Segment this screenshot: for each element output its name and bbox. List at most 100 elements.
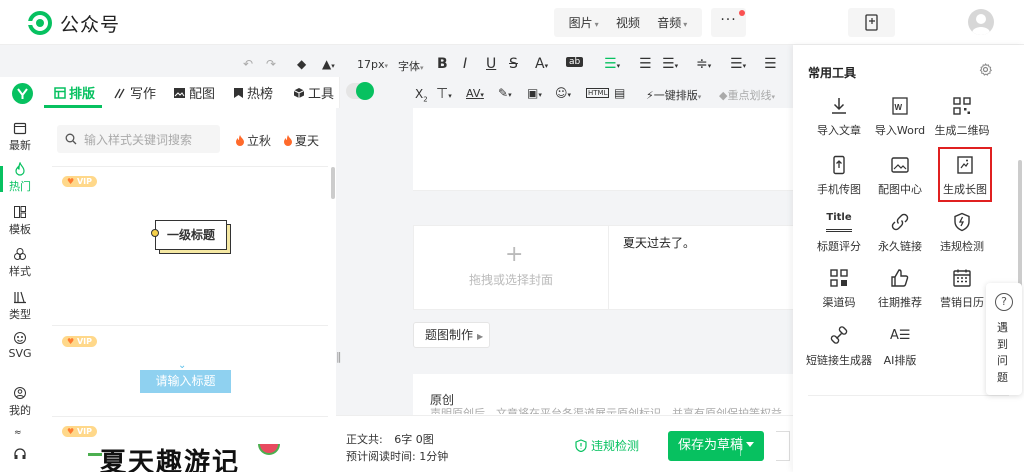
format-painter-icon[interactable]: ▲▾ (322, 57, 335, 71)
notification-dot (739, 10, 745, 16)
sidebar-item-type[interactable]: 类型 (0, 290, 40, 322)
read-time-label: 预计阅读时间: (346, 450, 416, 463)
clear-format-icon[interactable]: ⊤▾ (436, 86, 452, 102)
avatar[interactable] (968, 9, 994, 35)
brand-title: 公众号 (60, 14, 121, 36)
tool-marketing-calendar[interactable]: 营销日历 (931, 268, 993, 310)
sidebar-item-mine[interactable]: 我的 (0, 386, 40, 418)
tab-label: 排版 (69, 87, 96, 102)
font-size-select[interactable]: 17px▾ (357, 58, 388, 71)
vip-badge: ♥ VIP (62, 426, 97, 437)
tool-image-center[interactable]: 配图中心 (869, 155, 931, 197)
resize-handle[interactable]: ‖ (336, 350, 342, 363)
tool-import-word[interactable]: W 导入Word (869, 96, 931, 138)
divider (808, 395, 1009, 396)
align-left-icon[interactable]: ☰▾ (604, 56, 620, 72)
magic-wand-icon[interactable]: ✎▾ (498, 86, 512, 100)
write-icon (114, 88, 125, 98)
chevron-down-icon: ▾ (594, 20, 599, 29)
vip-badge: ♥ VIP (62, 176, 97, 187)
tool-ai-layout[interactable]: A☰ AI排版 (869, 326, 931, 368)
tool-phone-upload[interactable]: 手机传图 (808, 155, 870, 197)
next-button[interactable] (776, 431, 790, 461)
tool-permanent-link[interactable]: 永久链接 (869, 212, 931, 254)
subscript-icon[interactable]: X2 (415, 87, 428, 103)
template-icon (14, 206, 26, 218)
article-title[interactable]: 夏天过去了。 (623, 234, 695, 251)
underline-icon[interactable]: U (486, 56, 496, 72)
eraser-icon[interactable]: ◆ (297, 57, 306, 71)
hot-tag-summer[interactable]: 夏天 (283, 132, 319, 149)
style-card-heading-1[interactable]: 一级标题 (155, 220, 227, 250)
tab-image[interactable]: 配图 (173, 83, 215, 102)
panel-scrollbar[interactable] (331, 167, 335, 199)
bold-icon[interactable]: B (437, 56, 448, 72)
font-color-icon[interactable]: A▾ (535, 56, 548, 72)
sidebar-item-template[interactable]: 模板 (0, 205, 40, 237)
sidebar-item-label: 我的 (9, 404, 31, 417)
style-card-heading-3[interactable]: 夏天趣游记 (100, 446, 240, 472)
tools-title: 常用工具 (808, 66, 857, 80)
tool-generate-qrcode[interactable]: 生成二维码 (931, 96, 993, 138)
cover-placeholder: 拖拽或选择封面 (468, 273, 553, 287)
help-char: 题 (997, 371, 1008, 384)
tool-label: 渠道码 (822, 296, 856, 309)
one-click-layout-label: 一键排版 (653, 89, 698, 102)
chevron-down-icon[interactable] (746, 442, 754, 447)
tool-violation-check[interactable]: 违规检测 (931, 212, 993, 254)
sidebar-item-label: 模板 (9, 223, 31, 236)
one-click-layout-button[interactable]: ⚡一键排版▾ (646, 87, 701, 103)
read-time-value: 1分钟 (419, 450, 449, 463)
sidebar-item-latest[interactable]: 最新 (0, 121, 40, 153)
watermelon-icon (258, 442, 280, 458)
sidebar-item-svg[interactable]: SVG (0, 331, 40, 360)
document-button[interactable] (848, 8, 895, 37)
indent-icon[interactable]: ☰ (639, 56, 652, 72)
plus-icon: + (505, 242, 524, 267)
italic-icon[interactable]: I (463, 56, 467, 72)
more-format-icon[interactable]: ☰ (764, 56, 777, 72)
highlight-line-button[interactable]: ◆重点划线▾ (719, 87, 775, 103)
hot-tag-autumn[interactable]: 立秋 (235, 132, 271, 149)
emoji-icon[interactable]: ☺▾ (555, 86, 571, 100)
tool-import-article[interactable]: 导入文章 (808, 96, 870, 138)
sidebar-item-label: SVG (8, 347, 32, 360)
tools-scrollbar[interactable] (1018, 160, 1022, 290)
tool-channel-code[interactable]: 渠道码 (808, 268, 870, 310)
editor-body[interactable] (413, 108, 794, 191)
tool-past-recommend[interactable]: 往期推荐 (869, 268, 931, 310)
wechat-logo-icon (26, 10, 54, 36)
html-icon[interactable]: HTML (586, 88, 610, 98)
sidebar-item-style[interactable]: 样式 (0, 247, 40, 279)
violation-check-button[interactable]: 违规检测 (575, 437, 639, 454)
strikethrough-icon[interactable]: S (509, 56, 518, 72)
letter-spacing-icon[interactable]: AV▾ (466, 87, 484, 100)
image-menu[interactable]: 图片 ▾ (569, 14, 599, 31)
line-height-icon[interactable]: ☰▾ (662, 56, 678, 72)
tool-short-link-generator[interactable]: 短链接生成器 (804, 326, 874, 368)
tab-layout[interactable]: 排版 (54, 83, 95, 102)
audio-menu[interactable]: 音频 ▾ (657, 14, 687, 31)
background-color-icon[interactable]: ab (566, 57, 584, 67)
cover-dropzone[interactable] (413, 225, 609, 310)
undo-icon[interactable]: ↶ (243, 57, 253, 71)
tool-label: 手机传图 (817, 183, 861, 196)
title-image-button[interactable]: 题图制作 ▶ (413, 322, 490, 348)
style-search-input[interactable]: 输入样式关键词搜索 (57, 125, 220, 153)
more-rail-icon[interactable]: ≈ (14, 428, 22, 438)
title-icon: Title (826, 212, 852, 232)
briefcase-icon[interactable]: ▤ (614, 86, 625, 100)
list-icon[interactable]: ☰▾ (730, 56, 746, 72)
headset-icon[interactable] (13, 447, 27, 461)
tab-write[interactable]: 写作 (113, 83, 156, 102)
spacing-icon[interactable]: ≑▾ (696, 56, 711, 72)
video-menu[interactable]: 视频 (616, 14, 640, 31)
tool-title-score[interactable]: Title 标题评分 (808, 212, 870, 254)
sidebar-item-hot[interactable]: 热门 (0, 162, 40, 194)
insert-image-icon[interactable]: ▣▾ (527, 86, 542, 100)
word-count-label: 正文共: (346, 433, 383, 446)
redo-icon[interactable]: ↷ (266, 57, 276, 71)
font-family-select[interactable]: 字体▾ (398, 58, 424, 74)
gear-icon[interactable] (979, 63, 992, 76)
style-card-heading-2[interactable]: 请输入标题 (140, 370, 231, 393)
